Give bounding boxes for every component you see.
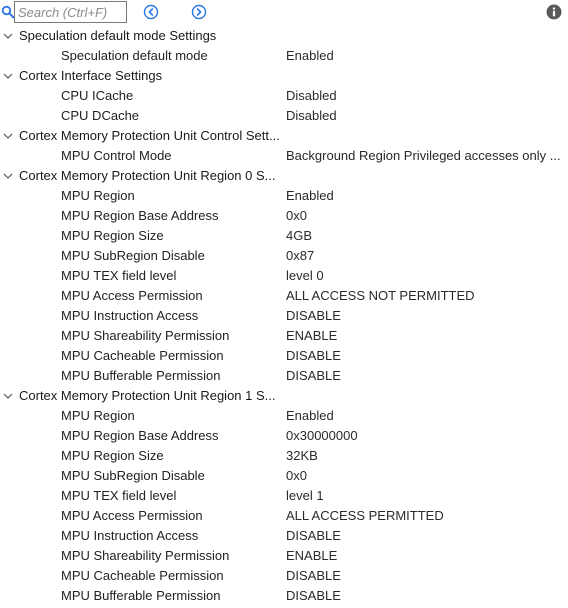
param-row[interactable]: MPU Region Size 4GB xyxy=(0,226,568,246)
param-value[interactable]: 32KB xyxy=(286,446,564,466)
param-label: MPU Region Base Address xyxy=(61,208,219,223)
chevron-down-icon[interactable] xyxy=(3,172,13,180)
param-row[interactable]: MPU Bufferable Permission DISABLE xyxy=(0,366,568,386)
param-label: MPU TEX field level xyxy=(61,488,177,503)
forward-icon[interactable] xyxy=(191,4,207,20)
param-row[interactable]: MPU Access Permission ALL ACCESS NOT PERM… xyxy=(0,286,568,306)
param-label: MPU Region Base Address xyxy=(61,428,219,443)
param-label: CPU ICache xyxy=(61,88,134,103)
param-row[interactable]: MPU SubRegion Disable 0x0 xyxy=(0,466,568,486)
param-label: MPU TEX field level xyxy=(61,268,177,283)
chevron-down-icon[interactable] xyxy=(3,72,13,80)
param-row[interactable]: MPU Region Base Address 0x30000000 xyxy=(0,426,568,446)
param-value[interactable]: ALL ACCESS NOT PERMITTED xyxy=(286,286,564,306)
group-row[interactable]: Cortex Memory Protection Unit Control Se… xyxy=(0,126,568,146)
param-value[interactable]: Background Region Privileged accesses on… xyxy=(286,146,564,166)
param-value[interactable]: Enabled xyxy=(286,186,564,206)
param-value[interactable]: level 1 xyxy=(286,486,564,506)
param-label: MPU Region xyxy=(61,408,135,423)
param-label: MPU Region xyxy=(61,188,135,203)
param-label: MPU Access Permission xyxy=(61,288,203,303)
param-value[interactable]: DISABLE xyxy=(286,586,564,606)
info-icon[interactable] xyxy=(546,4,562,20)
group-row[interactable]: Cortex Memory Protection Unit Region 1 S… xyxy=(0,386,568,406)
param-row[interactable]: MPU Control Mode Background Region Privil… xyxy=(0,146,568,166)
param-label: MPU Cacheable Permission xyxy=(61,568,224,583)
param-row[interactable]: MPU SubRegion Disable 0x87 xyxy=(0,246,568,266)
param-value[interactable]: 0x30000000 xyxy=(286,426,564,446)
param-value[interactable]: Disabled xyxy=(286,86,564,106)
toolbar xyxy=(0,0,568,24)
param-row[interactable]: MPU Access Permission ALL ACCESS PERMITTE… xyxy=(0,506,568,526)
param-label: MPU Instruction Access xyxy=(61,528,199,543)
param-row[interactable]: MPU Region Base Address 0x0 xyxy=(0,206,568,226)
param-row[interactable]: MPU Cacheable Permission DISABLE xyxy=(0,566,568,586)
param-label: MPU Bufferable Permission xyxy=(61,588,221,603)
param-row[interactable]: MPU TEX field level level 0 xyxy=(0,266,568,286)
group-label: Cortex Memory Protection Unit Control Se… xyxy=(19,128,280,143)
param-label: MPU Access Permission xyxy=(61,508,203,523)
param-value[interactable]: ALL ACCESS PERMITTED xyxy=(286,506,564,526)
param-value[interactable]: 4GB xyxy=(286,226,564,246)
group-label: Cortex Memory Protection Unit Region 1 S… xyxy=(19,388,276,403)
param-value[interactable]: DISABLE xyxy=(286,346,564,366)
param-value[interactable]: 0x87 xyxy=(286,246,564,266)
group-label: Cortex Memory Protection Unit Region 0 S… xyxy=(19,168,276,183)
param-value[interactable]: DISABLE xyxy=(286,306,564,326)
param-label: MPU Region Size xyxy=(61,228,164,243)
param-value[interactable]: Disabled xyxy=(286,106,564,126)
param-label: MPU Control Mode xyxy=(61,148,172,163)
param-label: Speculation default mode xyxy=(61,48,208,63)
search-icon[interactable] xyxy=(1,5,15,19)
group-label: Speculation default mode Settings xyxy=(19,28,217,43)
search-input[interactable] xyxy=(14,1,127,23)
param-value[interactable]: 0x0 xyxy=(286,466,564,486)
param-row[interactable]: MPU Instruction Access DISABLE xyxy=(0,526,568,546)
group-row[interactable]: Cortex Memory Protection Unit Region 0 S… xyxy=(0,166,568,186)
param-row[interactable]: MPU Region Enabled xyxy=(0,186,568,206)
chevron-down-icon[interactable] xyxy=(3,132,13,140)
param-row[interactable]: Speculation default mode Enabled xyxy=(0,46,568,66)
param-row[interactable]: MPU Instruction Access DISABLE xyxy=(0,306,568,326)
parameter-tree: Speculation default mode Settings Specula… xyxy=(0,26,568,606)
param-label: MPU Instruction Access xyxy=(61,308,199,323)
param-value[interactable]: DISABLE xyxy=(286,366,564,386)
group-label: Cortex Interface Settings xyxy=(19,68,163,83)
param-label: MPU SubRegion Disable xyxy=(61,468,205,483)
param-label: MPU Cacheable Permission xyxy=(61,348,224,363)
group-row[interactable]: Cortex Interface Settings xyxy=(0,66,568,86)
param-row[interactable]: MPU Shareability Permission ENABLE xyxy=(0,546,568,566)
param-label: MPU Bufferable Permission xyxy=(61,368,221,383)
param-label: MPU SubRegion Disable xyxy=(61,248,205,263)
chevron-down-icon[interactable] xyxy=(3,392,13,400)
param-value[interactable]: DISABLE xyxy=(286,526,564,546)
param-value[interactable]: Enabled xyxy=(286,46,564,66)
param-value[interactable]: 0x0 xyxy=(286,206,564,226)
param-value[interactable]: ENABLE xyxy=(286,546,564,566)
param-row[interactable]: CPU ICache Disabled xyxy=(0,86,568,106)
param-row[interactable]: CPU DCache Disabled xyxy=(0,106,568,126)
param-row[interactable]: MPU Shareability Permission ENABLE xyxy=(0,326,568,346)
param-value[interactable]: ENABLE xyxy=(286,326,564,346)
param-label: CPU DCache xyxy=(61,108,140,123)
param-value[interactable]: DISABLE xyxy=(286,566,564,586)
group-row[interactable]: Speculation default mode Settings xyxy=(0,26,568,46)
param-row[interactable]: MPU Cacheable Permission DISABLE xyxy=(0,346,568,366)
param-value[interactable]: Enabled xyxy=(286,406,564,426)
param-label: MPU Shareability Permission xyxy=(61,548,230,563)
back-icon[interactable] xyxy=(143,4,159,20)
param-row[interactable]: MPU TEX field level level 1 xyxy=(0,486,568,506)
param-row[interactable]: MPU Region Enabled xyxy=(0,406,568,426)
chevron-down-icon[interactable] xyxy=(3,32,13,40)
param-label: MPU Shareability Permission xyxy=(61,328,230,343)
param-value[interactable]: level 0 xyxy=(286,266,564,286)
param-row[interactable]: MPU Bufferable Permission DISABLE xyxy=(0,586,568,606)
param-row[interactable]: MPU Region Size 32KB xyxy=(0,446,568,466)
param-label: MPU Region Size xyxy=(61,448,164,463)
